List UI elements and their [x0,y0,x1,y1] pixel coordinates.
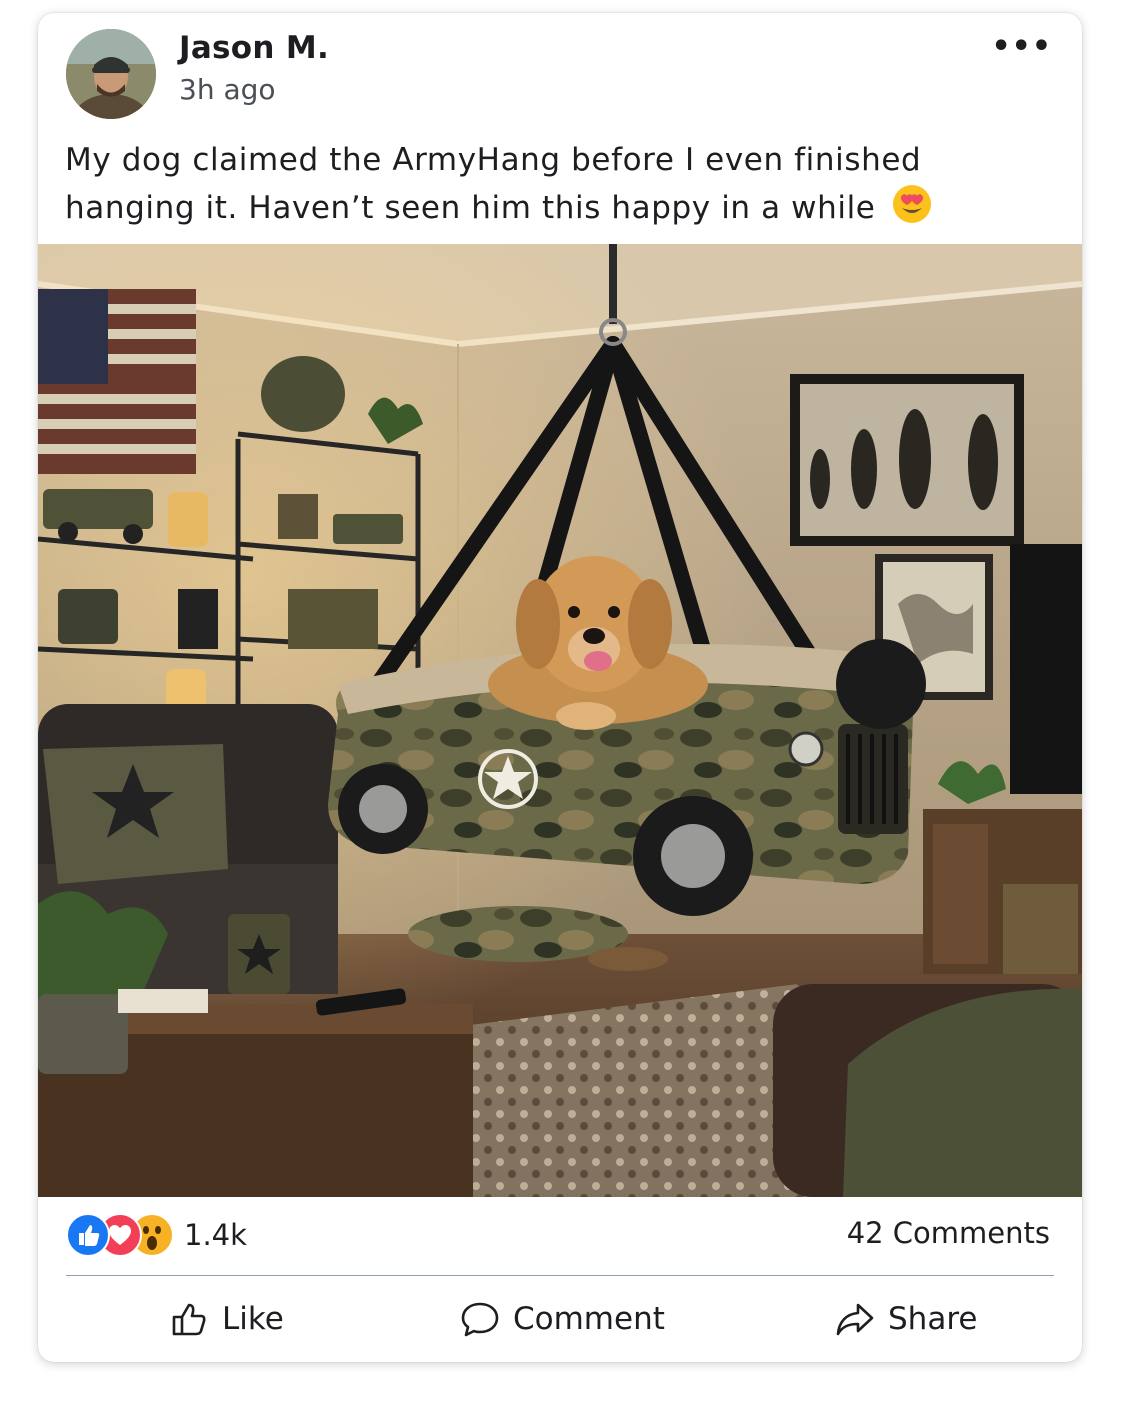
comment-bubble-icon [461,1302,499,1337]
share-label: Share [888,1301,978,1337]
author-avatar[interactable] [66,29,156,119]
more-options-icon[interactable]: ••• [991,32,1052,62]
share-arrow-icon [836,1303,874,1336]
post-actions-bar: Like Comment Share [38,1289,1082,1349]
heart-eyes-emoji-icon [892,185,931,223]
like-reaction-icon [66,1213,110,1257]
comments-count[interactable]: 42 Comments [847,1216,1050,1250]
dog-in-army-jeep-hammock-image [38,244,1082,1197]
share-button[interactable]: Share [834,1289,977,1349]
comment-button[interactable]: Comment [459,1289,665,1349]
reactions-summary[interactable]: 1.4k [66,1213,247,1257]
like-button[interactable]: Like [168,1289,284,1349]
like-label: Like [222,1301,284,1337]
post-photo[interactable] [38,244,1082,1197]
post-text: My dog claimed the ArmyHang before I eve… [65,136,1025,232]
post-text-content: My dog claimed the ArmyHang before I eve… [65,142,922,226]
author-name[interactable]: Jason M. [179,30,329,66]
actions-divider [66,1275,1054,1276]
avatar-photo [66,29,156,119]
reaction-count: 1.4k [184,1218,247,1252]
post-card: Jason M. 3h ago ••• My dog claimed the A… [38,13,1082,1362]
post-timestamp[interactable]: 3h ago [179,73,276,106]
thumbs-up-icon [172,1303,206,1336]
comment-label: Comment [513,1301,665,1337]
